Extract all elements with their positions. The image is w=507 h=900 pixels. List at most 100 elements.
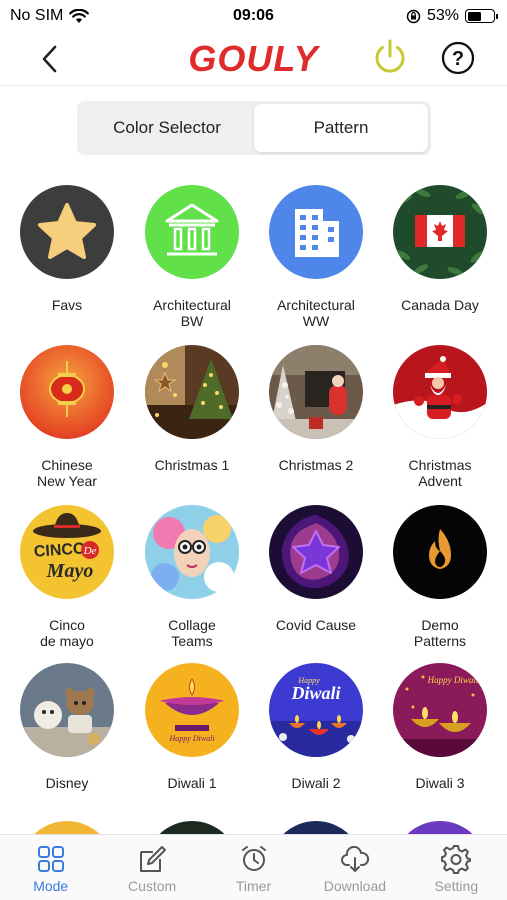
pattern-thumb-covid-cause [269, 505, 363, 599]
battery-percent: 53% [426, 7, 459, 24]
star-icon [20, 185, 114, 279]
christmas-decor-photo [269, 345, 363, 439]
pattern-thumb-favs [20, 185, 114, 279]
edit-icon [140, 846, 167, 872]
pattern-thumb-demo-patterns [393, 505, 487, 599]
cartoon-image [20, 663, 114, 757]
pattern-thumb-christmas-advent [393, 345, 487, 439]
pattern-thumb-disney [20, 663, 114, 757]
pattern-tile-partial[interactable] [378, 821, 502, 834]
pattern-tile-canada-day[interactable]: Canada Day [378, 185, 502, 313]
pattern-label: Demo Patterns [413, 617, 467, 649]
tab-mode[interactable]: Mode [0, 835, 101, 900]
pattern-thumb-cinco-de-mayo: CINCO De Mayo [20, 505, 114, 599]
happy-diwali-text: Happy Diwali [168, 734, 214, 743]
pattern-label: Diwali 3 [415, 775, 465, 791]
tab-label: Download [323, 878, 387, 894]
pattern-tile-collage-teams[interactable]: Collage Teams [130, 505, 254, 649]
de-text: De [83, 545, 97, 557]
pattern-thumb-architectural-bw [145, 185, 239, 279]
bottom-tab-bar: Mode Custom Timer Download Setting [0, 834, 507, 900]
diwali-lamps-image: Happy Diwali [269, 663, 363, 757]
lantern-icon [20, 345, 114, 439]
star-glow-image [269, 505, 363, 599]
segment-pattern[interactable]: Pattern [254, 104, 428, 152]
pattern-label: Christmas 2 [278, 457, 354, 473]
building-columns-icon [145, 185, 239, 279]
pattern-label: Chinese New Year [37, 457, 97, 489]
pattern-thumb-diwali-1: Happy Diwali [145, 663, 239, 757]
segment-color-selector[interactable]: Color Selector [80, 104, 254, 152]
pattern-thumb-canada-day [393, 185, 487, 279]
pattern-thumb-architectural-ww [269, 185, 363, 279]
pattern-tile-diwali-3[interactable]: Happy Diwali Diwali 3 [378, 663, 502, 791]
pattern-label: Cinco de mayo [40, 617, 94, 649]
pattern-tile-christmas-2[interactable]: Christmas 2 [254, 345, 378, 473]
office-building-icon [269, 185, 363, 279]
pattern-label: Covid Cause [275, 617, 357, 633]
collage-artwork [145, 505, 239, 599]
alarm-clock-icon [241, 846, 266, 871]
sombrero-image: CINCO De Mayo [20, 505, 114, 599]
pattern-tile-christmas-1[interactable]: Christmas 1 [130, 345, 254, 473]
pattern-thumb-partial [269, 821, 363, 834]
pattern-thumb-partial [20, 821, 114, 834]
pattern-tile-disney[interactable]: Disney [5, 663, 129, 791]
pattern-label: Diwali 2 [291, 775, 341, 791]
cloud-download-icon [340, 845, 369, 872]
pattern-label: Disney [45, 775, 89, 791]
pattern-tile-architectural-ww[interactable]: Architectural WW [254, 185, 378, 329]
diwali-title-text: Diwali [290, 683, 340, 703]
grid-icon [37, 846, 64, 872]
tab-label: Timer [235, 878, 272, 894]
power-icon[interactable] [370, 37, 410, 77]
pattern-tile-chinese-new-year[interactable]: Chinese New Year [5, 345, 129, 489]
happy-diwali-banner-text: Happy Diwali [427, 675, 479, 685]
app-logo: GOULY [188, 38, 319, 79]
canada-flag-icon [393, 185, 487, 279]
tab-download[interactable]: Download [304, 835, 405, 900]
pattern-tile-favs[interactable]: Favs [5, 185, 129, 313]
tab-setting[interactable]: Setting [406, 835, 507, 900]
nav-header: GOULY ? [0, 32, 507, 86]
tab-timer[interactable]: Timer [203, 835, 304, 900]
pattern-label: Architectural BW [153, 297, 231, 329]
battery-icon [465, 9, 498, 23]
pattern-thumb-christmas-1 [145, 345, 239, 439]
pattern-tile-partial[interactable] [5, 821, 129, 834]
cinco-text: CINCO [33, 540, 86, 561]
diya-lamp-image: Happy Diwali [145, 663, 239, 757]
pattern-tile-partial[interactable] [130, 821, 254, 834]
pattern-thumb-collage-teams [145, 505, 239, 599]
tab-label: Mode [33, 878, 69, 894]
pattern-label: Diwali 1 [167, 775, 217, 791]
flame-icon [393, 505, 487, 599]
pattern-thumb-chinese-new-year [20, 345, 114, 439]
mayo-text: Mayo [46, 560, 94, 582]
pattern-tile-partial[interactable] [254, 821, 378, 834]
tab-custom[interactable]: Custom [101, 835, 202, 900]
pattern-label: Canada Day [401, 297, 479, 313]
svg-text:?: ? [452, 48, 464, 70]
mode-segmented-control: Color Selector Pattern [77, 101, 431, 155]
help-icon[interactable]: ? [441, 41, 475, 75]
pattern-label: Favs [51, 297, 83, 313]
pattern-thumb-diwali-2: Happy Diwali [269, 663, 363, 757]
pattern-label: Christmas Advent [408, 457, 472, 489]
pattern-label: Collage Teams [168, 617, 216, 649]
pattern-thumb-partial [393, 821, 487, 834]
pattern-tile-cinco-de-mayo[interactable]: CINCO De Mayo Cinco de mayo [5, 505, 129, 649]
pattern-tile-christmas-advent[interactable]: Christmas Advent [378, 345, 502, 489]
diwali-diya-image: Happy Diwali [393, 663, 487, 757]
pattern-label: Architectural WW [277, 297, 355, 329]
christmas-tree-photo [145, 345, 239, 439]
pattern-tile-diwali-1[interactable]: Happy Diwali Diwali 1 [130, 663, 254, 791]
tab-label: Custom [127, 878, 177, 894]
santa-claus-image [393, 345, 487, 439]
pattern-tile-demo-patterns[interactable]: Demo Patterns [378, 505, 502, 649]
pattern-label: Christmas 1 [154, 457, 230, 473]
pattern-tile-diwali-2[interactable]: Happy Diwali Diwali 2 [254, 663, 378, 791]
pattern-tile-covid-cause[interactable]: Covid Cause [254, 505, 378, 633]
pattern-grid: Favs Architectural BW Architectural WW C… [0, 170, 507, 834]
pattern-tile-architectural-bw[interactable]: Architectural BW [130, 185, 254, 329]
